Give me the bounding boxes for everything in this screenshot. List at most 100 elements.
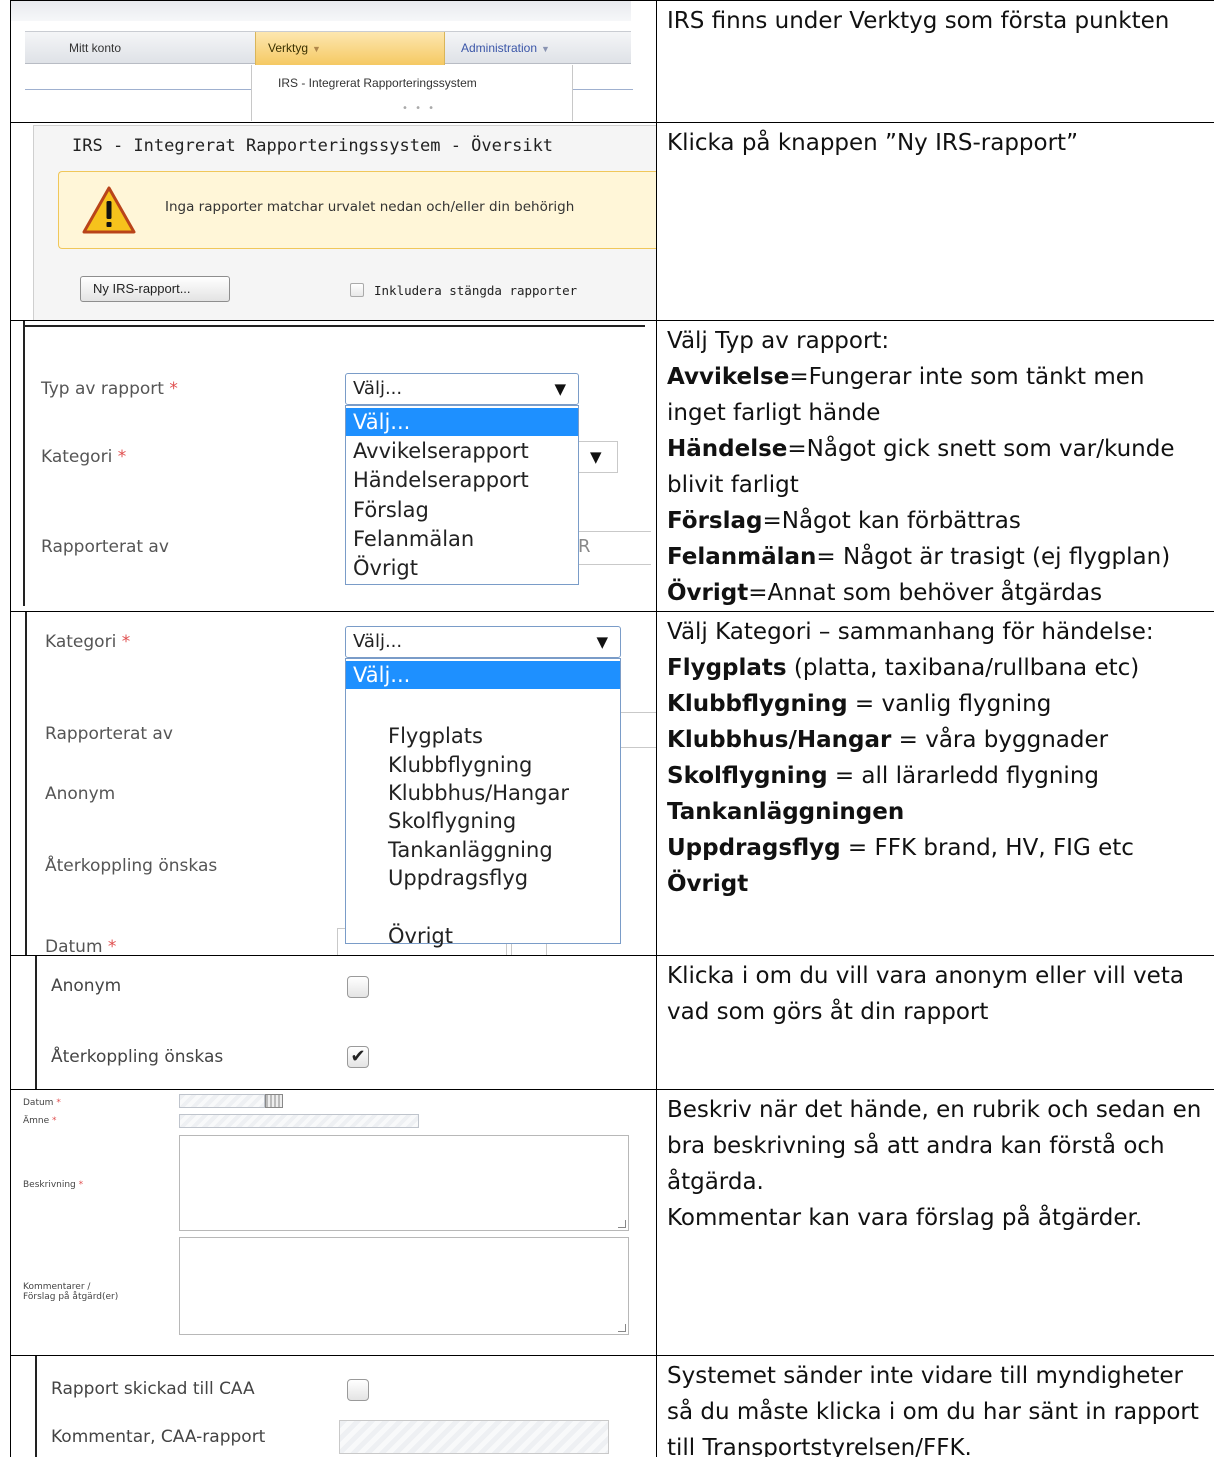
screenshot-cell: Datum * Ämne * Beskrivning * Kommentarer… [10,1089,657,1356]
aterkoppling-label: Återkoppling önskas [45,856,218,876]
option-klubbflygning[interactable]: Klubbflygning [346,751,620,779]
resize-grip-icon[interactable] [618,1324,626,1332]
instruction-text: IRS finns under Verktyg som första punkt… [667,8,1170,34]
caa-comment-input[interactable] [339,1420,609,1454]
option-uppdragsflyg[interactable]: Uppdragsflyg [346,864,620,892]
datum-label: Datum * [23,1098,61,1108]
screenshot-cell: Mitt konto Verktyg ▼ Administration ▼ IRS … [10,0,657,123]
option-flygplats[interactable]: Flygplats [346,722,620,750]
option-forslag[interactable]: Förslag [346,496,578,524]
verktyg-dropdown: IRS - Integrerat Rapporteringssystem • •… [251,65,573,121]
instruction-item: Uppdragsflyg = FFK brand, HV, FIG etc [667,835,1134,861]
instruction-item: Övrigt=Annat som behöver åtgärdas [667,580,1103,606]
instruction-text: Klicka i om du vill vara anonym eller vi… [667,963,1184,1025]
screenshot-cell: Typ av rapport * Kategori * Rapporterat … [10,320,657,612]
instruction-text: Systemet sänder inte vidare till myndigh… [667,1363,1199,1457]
more-dots: • • • [402,103,437,114]
chevron-down-icon: ▼ [541,44,550,54]
instruction-item: Händelse=Något gick snett som var/kunde … [667,436,1175,498]
kategori-label: Kategori * [41,447,127,467]
option-ovrigt[interactable]: Övrigt [346,554,578,582]
option-ovrigt[interactable]: Övrigt [346,922,620,950]
top-strip [11,1,631,21]
caa-label: Rapport skickad till CAA [51,1379,255,1399]
caa-screenshot: Rapport skickad till CAA Kommentar, CAA-… [12,1356,656,1457]
instruction-cell: Systemet sänder inte vidare till myndigh… [656,1355,1214,1457]
forslag-label: Förslag på åtgärd(er) [23,1292,119,1302]
warning-icon [82,186,136,234]
caa-checkbox[interactable] [347,1379,369,1401]
resize-grip-icon[interactable] [618,1220,626,1228]
kommentarer-label: Kommentarer / [23,1282,91,1292]
instruction-item: Felanmälan= Något är trasigt (ej flygpla… [667,544,1171,570]
option-klubbhus-hangar[interactable]: Klubbhus/Hangar [346,779,620,807]
instruction-item: Tankanläggningen [667,799,905,825]
overview-panel: IRS - Integrerat Rapporteringssystem - Ö… [33,125,656,320]
anonym-label: Anonym [51,976,122,996]
caa-comment-label: Kommentar, CAA-rapport [51,1427,266,1447]
menu-mitt-konto[interactable]: Mitt konto [57,32,237,65]
option-felanmalan[interactable]: Felanmälan [346,525,578,553]
typ-av-rapport-label: Typ av rapport * [41,379,178,399]
menu-screenshot: Mitt konto Verktyg ▼ Administration ▼ IRS … [11,1,656,122]
instruction-item: Avvikelse=Fungerar inte som tänkt men in… [667,364,1145,426]
overview-screenshot: IRS - Integrerat Rapporteringssystem - Ö… [12,124,656,320]
rapporterat-av-label: Rapporterat av [41,537,169,557]
category-options: Välj... Flygplats Klubbflygning Klubbhus… [345,658,621,948]
report-type-screenshot: Typ av rapport * Kategori * Rapporterat … [12,321,656,606]
chevron-down-icon: ▼ [590,448,602,466]
option-avvikelserapport[interactable]: Avvikelserapport [346,437,578,465]
new-irs-report-button[interactable]: Ny IRS-rapport... [80,276,230,302]
dropdown-item-irs[interactable]: IRS - Integrerat Rapporteringssystem [278,76,477,90]
option-valj[interactable]: Välj... [346,408,578,436]
option-valj[interactable]: Välj... [346,661,620,689]
menu-verktyg[interactable]: Verktyg ▼ [255,32,445,65]
instruction-item: Klubbhus/Hangar = våra byggnader [667,727,1109,753]
instruction-cell: Beskriv när det hände, en rubrik och sed… [656,1089,1214,1356]
instruction-intro: Välj Typ av rapport: [667,328,890,354]
chevron-down-icon: ▼ [596,633,608,651]
table-row: Anonym Återkoppling önskas ✔ Klicka i om… [10,955,1214,1090]
instruction-cell: IRS finns under Verktyg som första punkt… [656,0,1214,123]
screenshot-cell: Kategori * Rapporterat av Anonym Återkop… [10,611,657,956]
amne-input[interactable] [179,1114,419,1128]
table-row: Mitt konto Verktyg ▼ Administration ▼ IRS … [10,0,1214,123]
menu-administration[interactable]: Administration ▼ [449,32,639,65]
include-closed-checkbox[interactable] [350,283,364,297]
aterkoppling-checkbox[interactable]: ✔ [347,1046,369,1068]
check-icon: ✔ [350,1046,366,1067]
report-type-select[interactable]: Välj... ▼ [345,373,579,405]
divider [35,1356,37,1457]
anonym-label: Anonym [45,784,116,804]
amne-label: Ämne * [23,1116,57,1126]
option-handelserapport[interactable]: Händelserapport [346,466,578,494]
table-row: IRS - Integrerat Rapporteringssystem - Ö… [10,122,1214,321]
chevron-down-icon: ▼ [312,44,321,54]
divider [23,325,645,327]
option-tankanlaggning[interactable]: Tankanläggning [346,836,620,864]
kommentarer-textarea[interactable] [179,1237,629,1335]
kategori-label: Kategori * [45,632,131,652]
anonymous-screenshot: Anonym Återkoppling önskas ✔ [12,956,656,1089]
anonym-checkbox[interactable] [347,976,369,998]
rapporterat-av-label: Rapporterat av [45,724,173,744]
divider [573,89,633,90]
instruction-text: Klicka på knappen ”Ny IRS-rapport” [667,130,1078,156]
include-closed-label: Inkludera stängda rapporter [374,283,578,298]
beskrivning-label: Beskrivning * [23,1180,84,1190]
datum-input[interactable] [179,1094,265,1108]
beskrivning-textarea[interactable] [179,1135,629,1231]
instruction-item: Flygplats (platta, taxibana/rullbana etc… [667,655,1140,681]
screenshot-cell: Anonym Återkoppling önskas ✔ [10,955,657,1090]
instruction-cell: Välj Kategori – sammanhang för händelse:… [656,611,1214,956]
category-select[interactable]: Välj... ▼ [345,626,621,658]
screenshot-cell: IRS - Integrerat Rapporteringssystem - Ö… [10,122,657,321]
table-row: Kategori * Rapporterat av Anonym Återkop… [10,611,1214,956]
rapporterat-input-stub[interactable]: R [571,531,651,565]
calendar-icon[interactable] [265,1094,283,1108]
option-skolflygning[interactable]: Skolflygning [346,807,620,835]
datum-label: Datum * [45,937,117,955]
warning-box: Inga rapporter matchar urvalet nedan och… [58,171,656,249]
instruction-item: Förslag=Något kan förbättras [667,508,1021,534]
instruction-item: Övrigt [667,871,749,897]
